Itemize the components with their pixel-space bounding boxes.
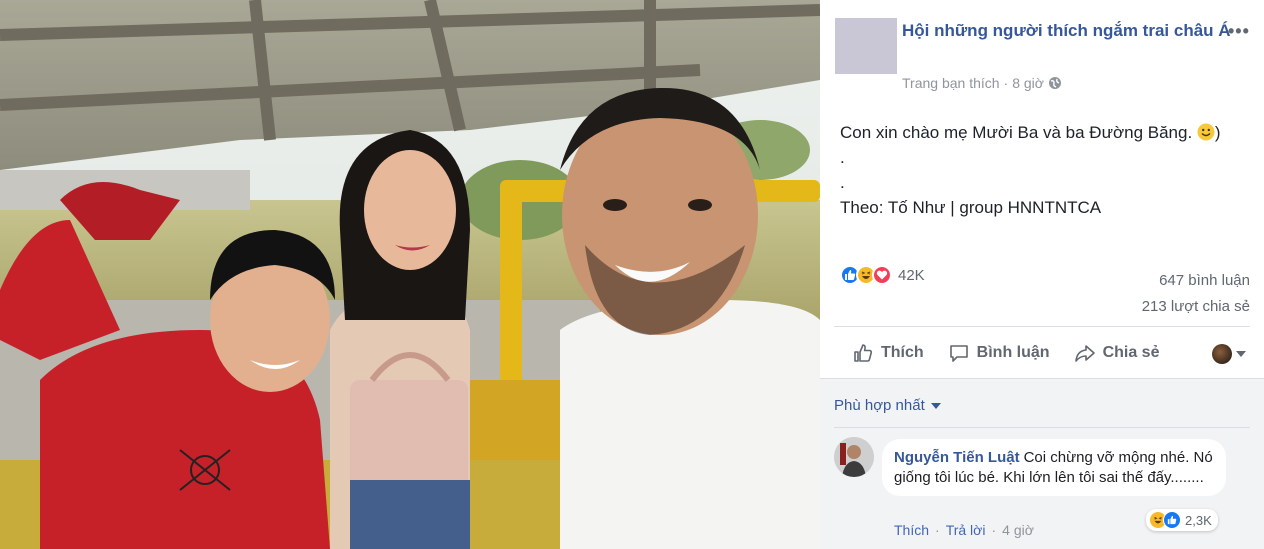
- divider: [834, 427, 1250, 428]
- comment-author-link[interactable]: Nguyễn Tiến Luật: [894, 449, 1020, 466]
- comment-button[interactable]: Bình luận: [948, 342, 1050, 364]
- chevron-down-icon: [1236, 351, 1246, 357]
- comment-bubble-icon: [949, 345, 968, 362]
- like-button[interactable]: Thích: [852, 342, 924, 364]
- comment-reaction-count: 2,3K: [1185, 512, 1212, 528]
- comment-sort-dropdown[interactable]: Phù hợp nhất: [834, 397, 941, 414]
- smile-emoji-icon: [1197, 123, 1215, 141]
- post-text-line-1-tail: ): [1214, 123, 1221, 142]
- photo-illustration: [0, 0, 820, 549]
- comment-sort-label: Phù hợp nhất: [834, 397, 925, 414]
- comment-count-link[interactable]: 647 bình luận: [1142, 268, 1250, 294]
- engagement-stats: 647 bình luận 213 lượt chia sẻ: [1142, 268, 1250, 320]
- comment-bubble: Nguyễn Tiến Luật Coi chừng vỡ mộng nhé. N…: [882, 439, 1226, 496]
- share-count-link[interactable]: 213 lượt chia sẻ: [1142, 294, 1250, 320]
- comments-section: Phù hợp nhất Nguyễn Tiến Luật Coi chừng v…: [820, 378, 1264, 549]
- separator: ·: [935, 522, 940, 538]
- meta-separator: ·: [1003, 75, 1009, 91]
- separator: ·: [991, 522, 997, 538]
- like-button-label: Thích: [881, 344, 924, 361]
- thumbs-up-icon: [854, 344, 873, 362]
- divider: [834, 326, 1250, 327]
- reaction-count[interactable]: 42K: [898, 267, 925, 284]
- love-reaction-icon: [872, 265, 892, 285]
- chevron-down-icon: [930, 402, 941, 409]
- post-text: Con xin chào mẹ Mười Ba và ba Đường Băng…: [840, 120, 1250, 220]
- comment-like-link[interactable]: Thích: [894, 522, 929, 538]
- share-button[interactable]: Chia sẻ: [1074, 342, 1160, 364]
- share-button-label: Chia sẻ: [1102, 344, 1160, 361]
- commenter-avatar[interactable]: [834, 437, 874, 477]
- comment-button-label: Bình luận: [976, 344, 1050, 361]
- comment-actions: Thích · Trả lời · 4 giờ: [894, 522, 1034, 538]
- post-text-line-2: .: [840, 148, 845, 167]
- comment-reactions[interactable]: 2,3K: [1146, 509, 1218, 531]
- like-reaction-icon: [1163, 511, 1181, 529]
- post-action-bar: Thích Bình luận Chia sẻ: [834, 336, 1250, 370]
- comment-timestamp[interactable]: 4 giờ: [1002, 522, 1034, 538]
- post-side-panel: Hội những người thích ngắm trai châu Á •…: [820, 0, 1264, 549]
- more-options-icon[interactable]: •••: [1228, 21, 1250, 42]
- comment-reply-link[interactable]: Trả lời: [946, 522, 986, 538]
- page-avatar[interactable]: [835, 18, 897, 74]
- page-name-link[interactable]: Hội những người thích ngắm trai châu Á: [902, 20, 1232, 42]
- post-photo[interactable]: [0, 0, 820, 549]
- post-text-line: Con xin chào mẹ Mười Ba và ba Đường Băng…: [840, 120, 1250, 145]
- post-text-line-4: Theo: Tố Như | group HNNTNTCA: [840, 198, 1102, 217]
- share-arrow-icon: [1074, 345, 1095, 362]
- post-text-line-1: Con xin chào mẹ Mười Ba và ba Đường Băng…: [840, 123, 1193, 142]
- post-timestamp[interactable]: 8 giờ: [1012, 75, 1044, 91]
- meta-source: Trang bạn thích: [902, 75, 1000, 91]
- post-text-line-3: .: [840, 173, 845, 192]
- user-avatar: [1212, 344, 1232, 364]
- audience-selector[interactable]: [1212, 344, 1246, 364]
- post-meta: Trang bạn thích · 8 giờ: [902, 75, 1062, 91]
- reactions-summary[interactable]: 42K: [840, 265, 925, 285]
- globe-icon: [1048, 76, 1062, 90]
